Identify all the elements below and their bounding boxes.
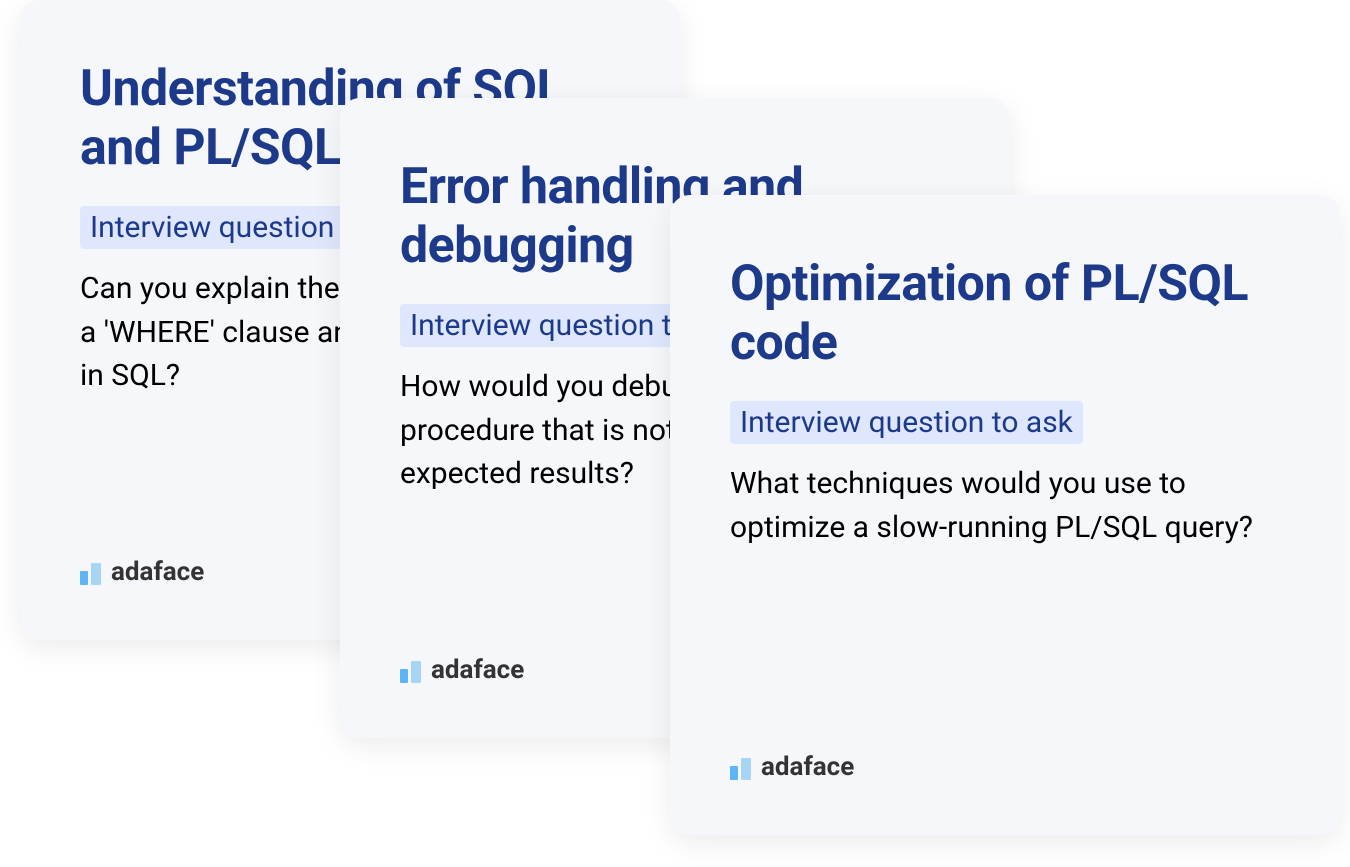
card-footer: adaface bbox=[80, 559, 204, 585]
adaface-logo-icon bbox=[400, 661, 421, 683]
adaface-logo-text: adaface bbox=[761, 754, 854, 780]
card-badge: Interview question to ask bbox=[730, 401, 1083, 444]
interview-card-3: Optimization of PL/SQL code Interview qu… bbox=[670, 195, 1340, 835]
adaface-logo-text: adaface bbox=[111, 559, 204, 585]
card-footer: adaface bbox=[730, 754, 854, 780]
adaface-logo-icon bbox=[730, 758, 751, 780]
card-footer: adaface bbox=[400, 657, 524, 683]
card-question: What techniques would you use to optimiz… bbox=[730, 462, 1280, 549]
card-title: Optimization of PL/SQL code bbox=[730, 255, 1280, 373]
adaface-logo-text: adaface bbox=[431, 657, 524, 683]
adaface-logo-icon bbox=[80, 563, 101, 585]
